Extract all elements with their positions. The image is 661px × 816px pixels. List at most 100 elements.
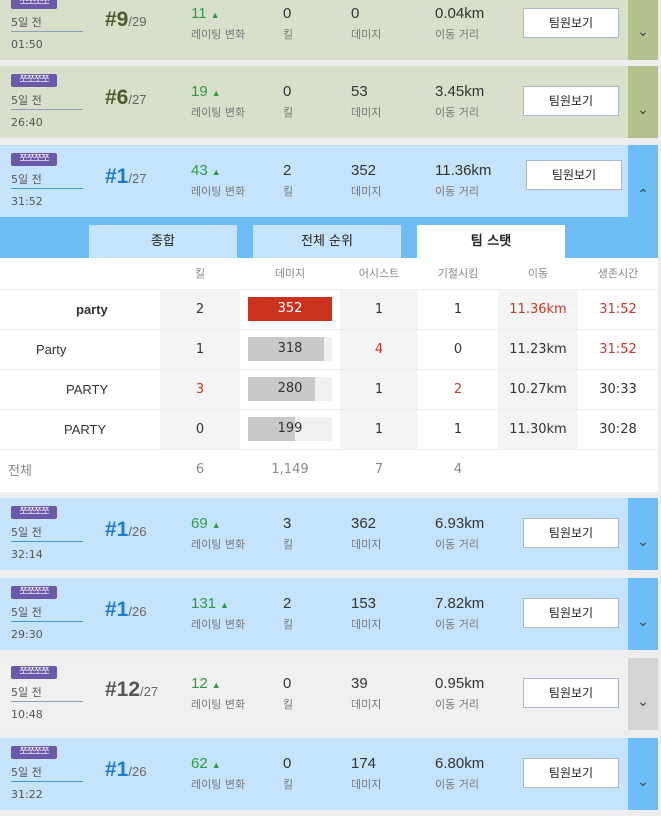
damage-stat: 0 데미지 (351, 5, 382, 41)
damage-cell: 199 (240, 408, 340, 449)
player-name[interactable]: party (0, 288, 160, 329)
rating-change: 11 ▲ 레이팅 변화 (191, 5, 246, 41)
chevron-down-icon[interactable]: ⌄ (628, 66, 658, 138)
table-row: Party 1 318 4 0 11.23km 31:52 (0, 328, 658, 369)
kills-stat: 0킬 (283, 755, 294, 791)
kills-stat: 0킬 (283, 5, 294, 41)
survival-cell: 31:52 (578, 328, 658, 369)
kills-cell: 2 (160, 288, 240, 329)
damage-stat: 352 데미지 (351, 162, 382, 198)
view-team-button[interactable]: 팀원보기 (523, 758, 619, 788)
header-distance: 이동 (527, 267, 549, 281)
match-card[interactable]: 쪼쪼쪼쪼 5일 전 29:30 #1/26 131 ▲ 레이팅 변화 2킬 153 데… (0, 578, 658, 650)
match-card[interactable]: 쪼쪼쪼쪼 5일 전 31:22 #1/26 62 ▲ 레이팅 변화 0킬 174 데미… (0, 738, 658, 810)
triangle-up-icon: ▲ (211, 680, 221, 690)
table-row: party 2 352 1 1 11.36km 31:52 (0, 288, 658, 329)
damage-stat: 39 데미지 (351, 675, 382, 711)
view-team-button[interactable]: 팀원보기 (523, 8, 619, 38)
squad-badge: 쪼쪼쪼쪼 (11, 506, 57, 519)
rating-change: 43 ▲ 레이팅 변화 (191, 162, 246, 198)
damage-stat: 362 데미지 (351, 515, 382, 551)
match-ago: 5일 전 (11, 606, 42, 619)
assists-cell: 1 (340, 408, 418, 449)
player-name[interactable]: PARTY (0, 368, 160, 409)
match-rank: #12/27 (105, 678, 159, 701)
triangle-up-icon: ▲ (220, 600, 229, 610)
header-assists: 어시스트 (358, 267, 400, 281)
chevron-down-icon[interactable]: ⌄ (628, 738, 658, 810)
view-team-button[interactable]: 팀원보기 (523, 598, 619, 628)
match-card[interactable]: 쪼쪼쪼쪼 5일 전 10:48 #12/27 12 ▲ 레이팅 변화 0킬 39 데미… (0, 658, 658, 730)
match-duration: 32:14 (11, 548, 43, 561)
chevron-down-icon[interactable]: ⌄ (628, 498, 658, 570)
chevron-down-icon[interactable]: ⌄ (628, 658, 658, 730)
divider (11, 541, 83, 542)
tab-overall-ranking[interactable]: 전체 순위 (253, 225, 401, 258)
assists-cell: 1 (340, 288, 418, 329)
view-team-button[interactable]: 팀원보기 (523, 86, 619, 116)
divider (11, 621, 83, 622)
match-card[interactable]: 쪼쪼쪼쪼 5일 전 26:40 #6/27 19 ▲ 레이팅 변화 0킬 53 데미지… (0, 66, 658, 138)
match-card[interactable]: 쪼쪼쪼쪼 5일 전 32:14 #1/26 69 ▲ 레이팅 변화 3킬 362 데미… (0, 498, 658, 570)
chevron-down-icon[interactable]: ⌄ (628, 578, 658, 650)
kills-stat: 2킬 (283, 162, 294, 198)
match-rank: #1/26 (105, 518, 147, 541)
damage-bar: 352 (248, 297, 332, 321)
match-duration: 31:22 (11, 788, 43, 801)
distance-cell: 10.27km (498, 368, 578, 409)
totals-label: 전체 (0, 448, 160, 489)
tab-team-stats[interactable]: 팀 스탯 (417, 225, 565, 258)
match-ago: 5일 전 (11, 686, 42, 699)
player-name[interactable]: Party (0, 328, 160, 369)
match-ago: 5일 전 (11, 526, 42, 539)
kills-stat: 2킬 (283, 595, 294, 631)
survival-cell: 31:52 (578, 288, 658, 329)
distance-stat: 0.04km 이동 거리 (435, 5, 485, 41)
squad-badge: 쪼쪼쪼쪼 (11, 74, 57, 87)
knocks-cell: 1 (418, 408, 498, 449)
kills-cell: 3 (160, 368, 240, 409)
detail-tabs: 종합 전체 순위 팀 스탯 (0, 217, 658, 258)
match-rank: #1/27 (105, 165, 147, 188)
divider (11, 701, 83, 702)
total-kills: 6 (160, 448, 240, 489)
kills-stat: 3킬 (283, 515, 294, 551)
damage-cell: 318 (240, 328, 340, 369)
divider (11, 31, 83, 32)
kills-stat: 0킬 (283, 675, 294, 711)
match-card[interactable]: 쪼쪼쪼쪼 5일 전 31:52 #1/27 43 ▲ 레이팅 변화 2킬 352 데미… (0, 145, 658, 217)
view-team-button[interactable]: 팀원보기 (523, 518, 619, 548)
kills-stat: 0킬 (283, 83, 294, 119)
squad-badge: 쪼쪼쪼쪼 (11, 586, 57, 599)
chevron-up-icon[interactable]: ⌃ (628, 145, 658, 217)
match-rank: #6/27 (105, 86, 147, 109)
damage-stat: 174 데미지 (351, 755, 382, 791)
match-card[interactable]: 쪼쪼쪼쪼 5일 전 01:50 #9/29 11 ▲ 레이팅 변화 0킬 0 데미지 … (0, 0, 658, 60)
triangle-up-icon: ▲ (210, 10, 220, 20)
team-stats-table: 킬 데미지 어시스트 기절시킴 이동 생존시간 party 2 352 1 1 … (0, 258, 658, 489)
distance-stat: 11.36km 이동 거리 (435, 162, 492, 198)
triangle-up-icon: ▲ (211, 760, 221, 770)
view-team-button[interactable]: 팀원보기 (526, 160, 622, 190)
match-detail-panel: 종합 전체 순위 팀 스탯 킬 데미지 어시스트 기절시킴 이동 생존시간 pa… (0, 217, 658, 492)
header-player (0, 258, 160, 289)
player-name[interactable]: PARTY (0, 408, 160, 449)
table-row: PARTY 0 199 1 1 11.30km 30:28 (0, 408, 658, 449)
header-damage: 데미지 (274, 267, 306, 281)
knocks-cell: 0 (418, 328, 498, 369)
view-team-button[interactable]: 팀원보기 (523, 678, 619, 708)
match-rank: #1/26 (105, 598, 147, 621)
triangle-up-icon: ▲ (211, 167, 221, 177)
rating-change: 62 ▲ 레이팅 변화 (191, 755, 246, 791)
rating-change: 69 ▲ 레이팅 변화 (191, 515, 246, 551)
tab-overview[interactable]: 종합 (89, 225, 237, 258)
damage-bar: 199 (248, 417, 332, 441)
chevron-down-icon[interactable]: ⌄ (628, 0, 658, 60)
rating-change: 131 ▲ 레이팅 변화 (191, 595, 246, 631)
damage-stat: 153 데미지 (351, 595, 382, 631)
header-knocks: 기절시킴 (437, 267, 479, 281)
kills-cell: 0 (160, 408, 240, 449)
total-assists: 7 (340, 448, 418, 489)
survival-cell: 30:33 (578, 368, 658, 409)
divider (11, 109, 83, 110)
